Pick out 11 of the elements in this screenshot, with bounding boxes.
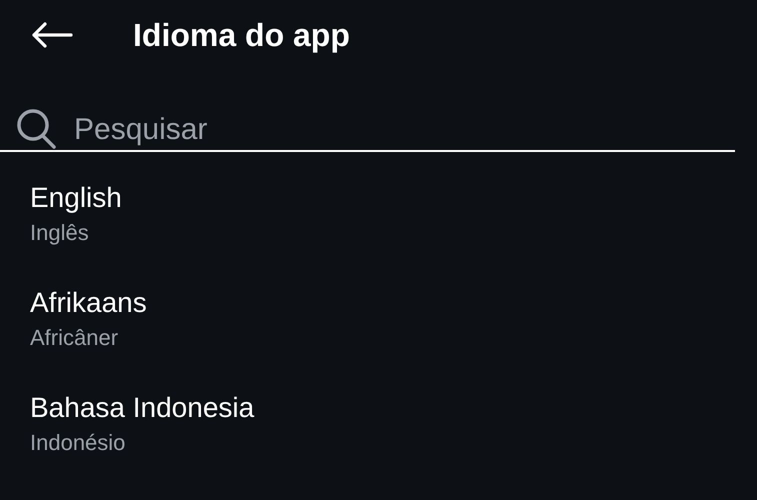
page-title: Idioma do app [133, 19, 350, 51]
back-button[interactable] [30, 20, 74, 50]
language-name[interactable]: Bahasa Indonesia [30, 390, 254, 426]
search-field[interactable]: Pesquisar [74, 109, 674, 149]
language-translation: Africâner [30, 324, 118, 352]
language-translation: Inglês [30, 219, 89, 247]
search-icon [15, 108, 59, 150]
language-name[interactable]: Afrikaans [30, 285, 147, 321]
language-name[interactable]: English [30, 180, 122, 216]
back-arrow-icon [31, 22, 73, 48]
language-translation: Indonésio [30, 429, 126, 457]
